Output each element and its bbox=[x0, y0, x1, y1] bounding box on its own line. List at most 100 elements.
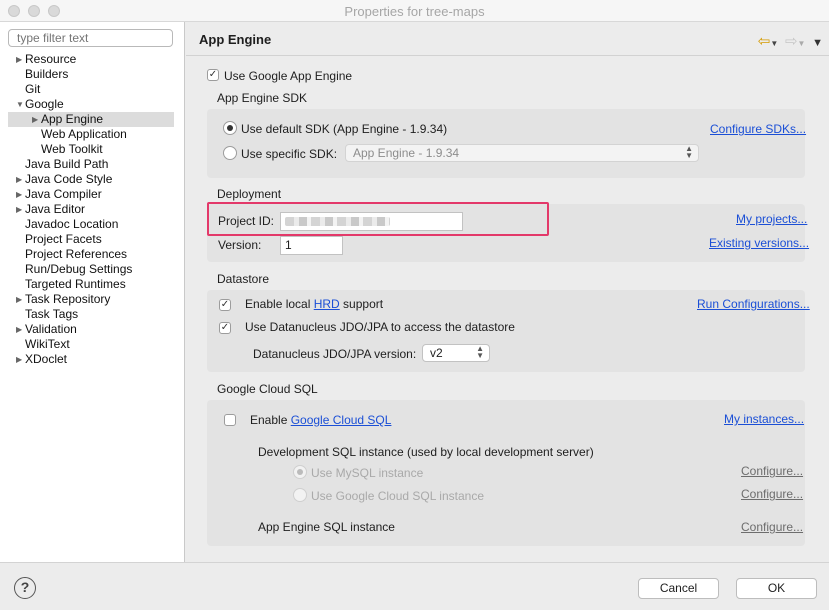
sidebar-item-builders[interactable]: Builders bbox=[0, 67, 185, 82]
use-cloud-sql-instance-radio[interactable] bbox=[293, 488, 307, 502]
use-mysql-radio[interactable] bbox=[293, 465, 307, 479]
datanucleus-version-select[interactable]: v2 ▲ ▼ bbox=[422, 344, 490, 362]
sidebar-item-project-references[interactable]: Project References bbox=[0, 247, 185, 262]
sidebar-item-web-toolkit[interactable]: Web Toolkit bbox=[0, 142, 185, 157]
app-engine-sql-instance-label: App Engine SQL instance bbox=[258, 520, 395, 534]
specific-sdk-value: App Engine - 1.9.34 bbox=[353, 146, 460, 160]
sidebar-item-label: Run/Debug Settings bbox=[25, 262, 133, 276]
filter-input[interactable] bbox=[8, 29, 173, 47]
project-id-highlight bbox=[207, 202, 549, 236]
sidebar-item-run-debug-settings[interactable]: Run/Debug Settings bbox=[0, 262, 185, 277]
window-title: Properties for tree-maps bbox=[344, 4, 485, 19]
sidebar-item-label: Builders bbox=[25, 67, 69, 81]
main-panel: App Engine ⇦▼ ⇨▼ ▼ ✓ Use Google App Engi… bbox=[186, 22, 829, 562]
sidebar-item-label: Task Tags bbox=[25, 307, 79, 321]
select-stepper-icon: ▲ ▼ bbox=[476, 344, 484, 360]
forward-arrow-icon[interactable]: ⇨ bbox=[785, 33, 798, 50]
datanucleus-version-label: Datanucleus JDO/JPA version: bbox=[253, 347, 417, 361]
sidebar-item-java-compiler[interactable]: ▶ Java Compiler bbox=[0, 187, 185, 202]
use-default-sdk-label: Use default SDK (App Engine - 1.9.34) bbox=[241, 122, 448, 136]
help-icon[interactable]: ? bbox=[14, 577, 36, 599]
collapsed-twisty-icon[interactable]: ▶ bbox=[16, 322, 22, 337]
sidebar-item-project-facets[interactable]: Project Facets bbox=[0, 232, 185, 247]
sidebar-item-label: WikiText bbox=[25, 337, 70, 351]
use-app-engine-label: Use Google App Engine bbox=[224, 69, 353, 83]
sidebar-item-java-code-style[interactable]: ▶ Java Code Style bbox=[0, 172, 185, 187]
select-stepper-icon: ▲ ▼ bbox=[685, 144, 693, 160]
my-instances-link[interactable]: My instances... bbox=[724, 412, 804, 426]
sidebar-item-task-tags[interactable]: Task Tags bbox=[0, 307, 185, 322]
sidebar-item-label: Resource bbox=[25, 52, 77, 66]
collapsed-twisty-icon[interactable]: ▶ bbox=[16, 292, 22, 307]
expanded-twisty-icon[interactable]: ▼ bbox=[16, 97, 24, 112]
collapsed-twisty-icon[interactable]: ▶ bbox=[16, 172, 22, 187]
my-projects-link[interactable]: My projects... bbox=[736, 212, 807, 226]
sidebar-item-label: Project References bbox=[25, 247, 128, 261]
ok-button[interactable]: OK bbox=[736, 578, 817, 599]
sidebar-item-label: XDoclet bbox=[25, 352, 68, 366]
sidebar-item-xdoclet[interactable]: ▶ XDoclet bbox=[0, 352, 185, 367]
sidebar-item-wikitext[interactable]: WikiText bbox=[0, 337, 185, 352]
collapsed-twisty-icon[interactable]: ▶ bbox=[16, 352, 22, 367]
sdk-heading: App Engine SDK bbox=[217, 91, 308, 105]
specific-sdk-select[interactable]: App Engine - 1.9.34 ▲ ▼ bbox=[345, 144, 699, 162]
configure-mysql-link[interactable]: Configure... bbox=[741, 464, 803, 478]
use-cloud-sql-instance-label: Use Google Cloud SQL instance bbox=[311, 489, 484, 503]
use-mysql-label: Use MySQL instance bbox=[311, 466, 424, 480]
sidebar-item-web-application[interactable]: Web Application bbox=[0, 127, 185, 142]
view-menu-icon[interactable]: ▼ bbox=[812, 37, 823, 49]
dialog-footer: ? Cancel OK bbox=[0, 562, 829, 610]
collapsed-twisty-icon[interactable]: ▶ bbox=[16, 202, 22, 217]
sidebar-item-git[interactable]: Git bbox=[0, 82, 185, 97]
use-datanucleus-checkbox[interactable]: ✓ bbox=[219, 322, 231, 334]
history-nav: ⇦▼ ⇨▼ ▼ bbox=[758, 32, 823, 50]
header-divider bbox=[186, 55, 829, 56]
cancel-button[interactable]: Cancel bbox=[638, 578, 719, 599]
use-default-sdk-radio[interactable] bbox=[223, 121, 237, 135]
forward-menu-chevron-icon[interactable]: ▼ bbox=[798, 39, 806, 48]
hrd-link[interactable]: HRD bbox=[314, 297, 340, 311]
back-menu-chevron-icon[interactable]: ▼ bbox=[770, 39, 778, 48]
sidebar-item-label: Java Compiler bbox=[25, 187, 102, 201]
datastore-heading: Datastore bbox=[217, 272, 270, 286]
deployment-heading: Deployment bbox=[217, 187, 282, 201]
version-label: Version: bbox=[218, 238, 262, 252]
use-specific-sdk-radio[interactable] bbox=[223, 146, 237, 160]
sidebar-item-validation[interactable]: ▶ Validation bbox=[0, 322, 185, 337]
configure-cloud-sql-link[interactable]: Configure... bbox=[741, 487, 803, 501]
sidebar-item-label: Java Editor bbox=[25, 202, 86, 216]
enable-cloud-sql-checkbox[interactable] bbox=[224, 414, 236, 426]
sidebar-item-label: Targeted Runtimes bbox=[25, 277, 126, 291]
collapsed-twisty-icon[interactable]: ▶ bbox=[32, 112, 38, 127]
run-configurations-link[interactable]: Run Configurations... bbox=[697, 297, 810, 311]
back-arrow-icon[interactable]: ⇦ bbox=[758, 33, 771, 50]
existing-versions-link[interactable]: Existing versions... bbox=[709, 236, 809, 250]
enable-local-hrd-checkbox[interactable]: ✓ bbox=[219, 299, 231, 311]
dev-sql-instance-label: Development SQL instance (used by local … bbox=[258, 445, 594, 459]
use-specific-sdk-label: Use specific SDK: bbox=[241, 147, 338, 161]
use-app-engine-checkbox[interactable]: ✓ bbox=[207, 69, 219, 81]
datanucleus-version-value: v2 bbox=[430, 346, 443, 360]
sidebar-item-task-repository[interactable]: ▶ Task Repository bbox=[0, 292, 185, 307]
sidebar-item-javadoc-location[interactable]: Javadoc Location bbox=[0, 217, 185, 232]
use-datanucleus-label: Use Datanucleus JDO/JPA to access the da… bbox=[245, 320, 515, 334]
sidebar-item-label: Validation bbox=[25, 322, 77, 336]
sidebar-item-targeted-runtimes[interactable]: Targeted Runtimes bbox=[0, 277, 185, 292]
title-bar: Properties for tree-maps bbox=[0, 0, 829, 22]
collapsed-twisty-icon[interactable]: ▶ bbox=[16, 52, 22, 67]
sidebar-item-app-engine[interactable]: ▶ App Engine bbox=[8, 112, 174, 127]
sidebar-item-label: Java Code Style bbox=[25, 172, 113, 186]
collapsed-twisty-icon[interactable]: ▶ bbox=[16, 187, 22, 202]
configure-app-engine-sql-link[interactable]: Configure... bbox=[741, 520, 803, 534]
sidebar-item-resource[interactable]: ▶ Resource bbox=[0, 52, 185, 67]
configure-sdks-link[interactable]: Configure SDKs... bbox=[710, 122, 806, 136]
sidebar-item-java-editor[interactable]: ▶ Java Editor bbox=[0, 202, 185, 217]
sidebar-item-java-build-path[interactable]: Java Build Path bbox=[0, 157, 185, 172]
sidebar-item-label: Java Build Path bbox=[25, 157, 109, 171]
google-cloud-sql-link[interactable]: Google Cloud SQL bbox=[291, 413, 392, 427]
sidebar-item-google[interactable]: ▼ Google bbox=[0, 97, 185, 112]
cloud-sql-heading: Google Cloud SQL bbox=[217, 382, 318, 396]
sidebar-item-label: Task Repository bbox=[25, 292, 111, 306]
version-field[interactable]: 1 bbox=[280, 236, 343, 255]
enable-local-prefix: Enable local bbox=[245, 297, 314, 311]
